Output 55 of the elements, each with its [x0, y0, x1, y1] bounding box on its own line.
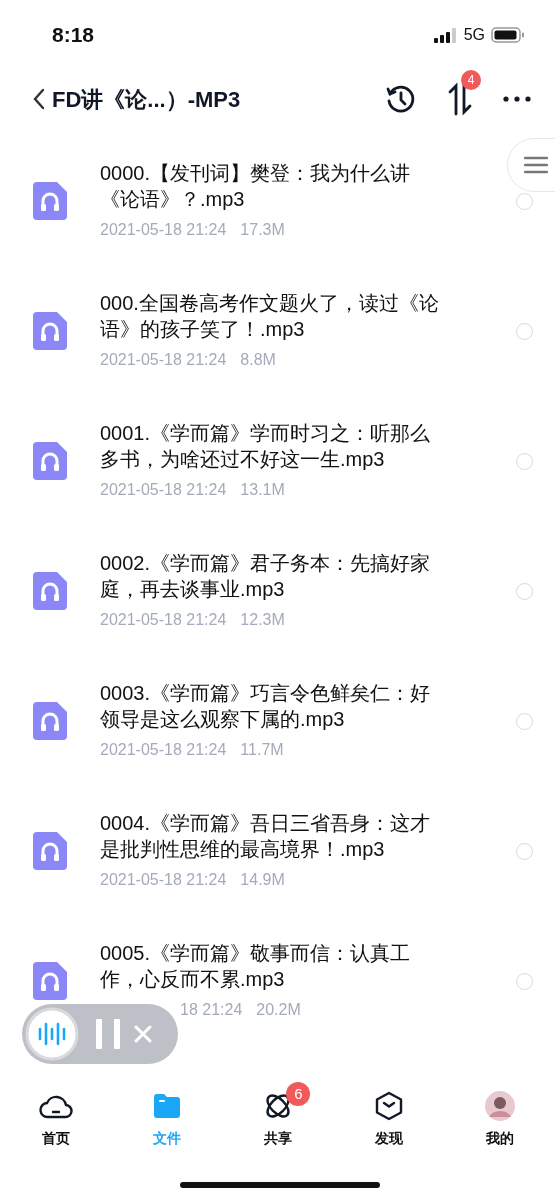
tab-label: 共享: [263, 1129, 292, 1148]
file-name[interactable]: 0005.《学而篇》敬事而信：认真工作，心反而不累.mp3: [100, 940, 445, 992]
audio-file-icon: [33, 442, 67, 480]
cube-icon: [374, 1091, 403, 1121]
file-size: 17.3M: [240, 220, 285, 240]
tab-bar-item[interactable]: 首页: [0, 1080, 111, 1149]
tab-label: 我的: [485, 1129, 514, 1148]
tab-label: 文件: [152, 1129, 181, 1148]
audio-file-icon: [33, 182, 67, 220]
file-name[interactable]: 0001.《学而篇》学而时习之：听那么多书，为啥还过不好这一生.mp3: [100, 420, 445, 472]
file-date: 2021-05-18 21:24: [100, 610, 227, 630]
side-menu-button[interactable]: [507, 138, 555, 192]
audio-file-icon: [33, 832, 67, 870]
file-size: 14.9M: [240, 870, 285, 890]
tab-badge: 6: [286, 1082, 311, 1106]
file-name[interactable]: 0004.《学而篇》吾日三省吾身：这才是批判性思维的最高境界！.mp3: [100, 810, 445, 862]
audio-file-icon: [33, 962, 67, 1000]
audio-file-icon: [33, 312, 67, 350]
audio-file-icon: [33, 572, 67, 610]
menu-icon: [524, 156, 548, 174]
file-name[interactable]: 0000.【发刊词】樊登：我为什么讲《论语》？.mp3: [100, 160, 445, 212]
file-date: 18 21:24: [180, 1000, 243, 1020]
file-date: 2021-05-18 21:24: [100, 480, 227, 500]
tab-label: 首页: [41, 1129, 70, 1148]
file-name[interactable]: 000.全国卷高考作文题火了，读过《论语》的孩子笑了！.mp3: [100, 290, 445, 342]
status-time: 8:18: [52, 22, 95, 49]
file-date: 2021-05-18 21:24: [100, 740, 227, 760]
file-name[interactable]: 0003.《学而篇》巧言令色鲜矣仁：好领导是这么观察下属的.mp3: [100, 680, 445, 732]
transfer-badge: 4: [461, 70, 481, 90]
tab-bar-item[interactable]: 我的: [444, 1080, 555, 1149]
mini-player[interactable]: [22, 1004, 178, 1064]
file-size: 8.8M: [240, 350, 276, 370]
close-icon[interactable]: [134, 1025, 152, 1043]
history-icon[interactable]: [385, 83, 417, 115]
pause-icon[interactable]: [96, 1019, 120, 1049]
audio-file-icon: [33, 702, 67, 740]
tab-bar-item[interactable]: 共享 6: [222, 1080, 333, 1149]
file-date: 2021-05-18 21:24: [100, 220, 227, 240]
file-size: 13.1M: [240, 480, 285, 500]
back-icon[interactable]: [32, 88, 46, 110]
tab-bar-item[interactable]: 发现: [333, 1080, 444, 1149]
network-label: 5G: [463, 25, 485, 45]
file-date: 2021-05-18 21:24: [100, 870, 227, 890]
file-size: 12.3M: [240, 610, 285, 630]
tab-label: 发现: [374, 1129, 403, 1148]
battery-icon: [491, 27, 525, 43]
file-date: 2021-05-18 21:24: [100, 350, 227, 370]
page-title: FD讲《论...）-MP3: [52, 85, 241, 114]
avatar-icon: [484, 1091, 515, 1121]
more-icon[interactable]: [503, 96, 531, 102]
file-name[interactable]: 0002.《学而篇》君子务本：先搞好家庭，再去谈事业.mp3: [100, 550, 445, 602]
file-size: 20.2M: [256, 1000, 301, 1020]
signal-icon: [433, 27, 458, 43]
file-size: 11.7M: [240, 740, 284, 760]
folder-icon: [151, 1092, 182, 1120]
